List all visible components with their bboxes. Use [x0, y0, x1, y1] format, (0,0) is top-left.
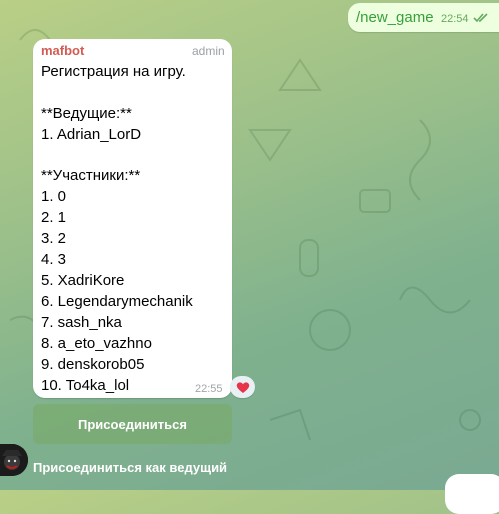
hosts-header: **Ведущие:** — [41, 105, 132, 122]
participant-item: 10. To4ka_lol — [41, 377, 130, 394]
incoming-message-time: 22:55 — [195, 383, 223, 395]
outgoing-command-text[interactable]: /new_game — [356, 9, 434, 26]
message-title: Регистрация на игру. — [41, 63, 186, 80]
participant-item: 1. 0 — [41, 188, 67, 205]
host-item: 1. Adrian_LorD — [41, 126, 142, 143]
participants-header: **Участники:** — [41, 167, 141, 184]
join-button-label: Присоединиться — [78, 416, 187, 432]
sender-name[interactable]: mafbot — [41, 43, 84, 58]
incoming-message[interactable]: mafbot admin Регистрация на игру. **Веду… — [33, 39, 232, 398]
participant-item: 4. 3 — [41, 251, 67, 268]
double-check-icon — [473, 11, 491, 29]
outgoing-message-time: 22:54 — [441, 13, 469, 25]
outgoing-message[interactable]: /new_game 22:54 — [348, 3, 499, 32]
participant-item: 8. a_eto_vazhno — [41, 335, 152, 352]
heart-reaction[interactable] — [230, 376, 255, 398]
participant-item: 5. XadriKore — [41, 272, 125, 289]
join-as-host-button-label: Присоединиться как ведущий — [33, 459, 228, 475]
participant-item: 2. 1 — [41, 209, 67, 226]
participant-item: 7. sash_nka — [41, 314, 122, 331]
sender-role-badge: admin — [192, 44, 225, 58]
participant-item: 3. 2 — [41, 230, 67, 247]
heart-icon — [236, 381, 249, 393]
participant-item: 9. denskorob05 — [41, 356, 145, 373]
join-as-host-button[interactable]: Присоединиться как ведущий — [33, 450, 263, 484]
participant-item: 6. Legendarymechanik — [41, 293, 193, 310]
join-button[interactable]: Присоединиться — [33, 404, 232, 444]
partial-message-bubble — [445, 474, 499, 514]
